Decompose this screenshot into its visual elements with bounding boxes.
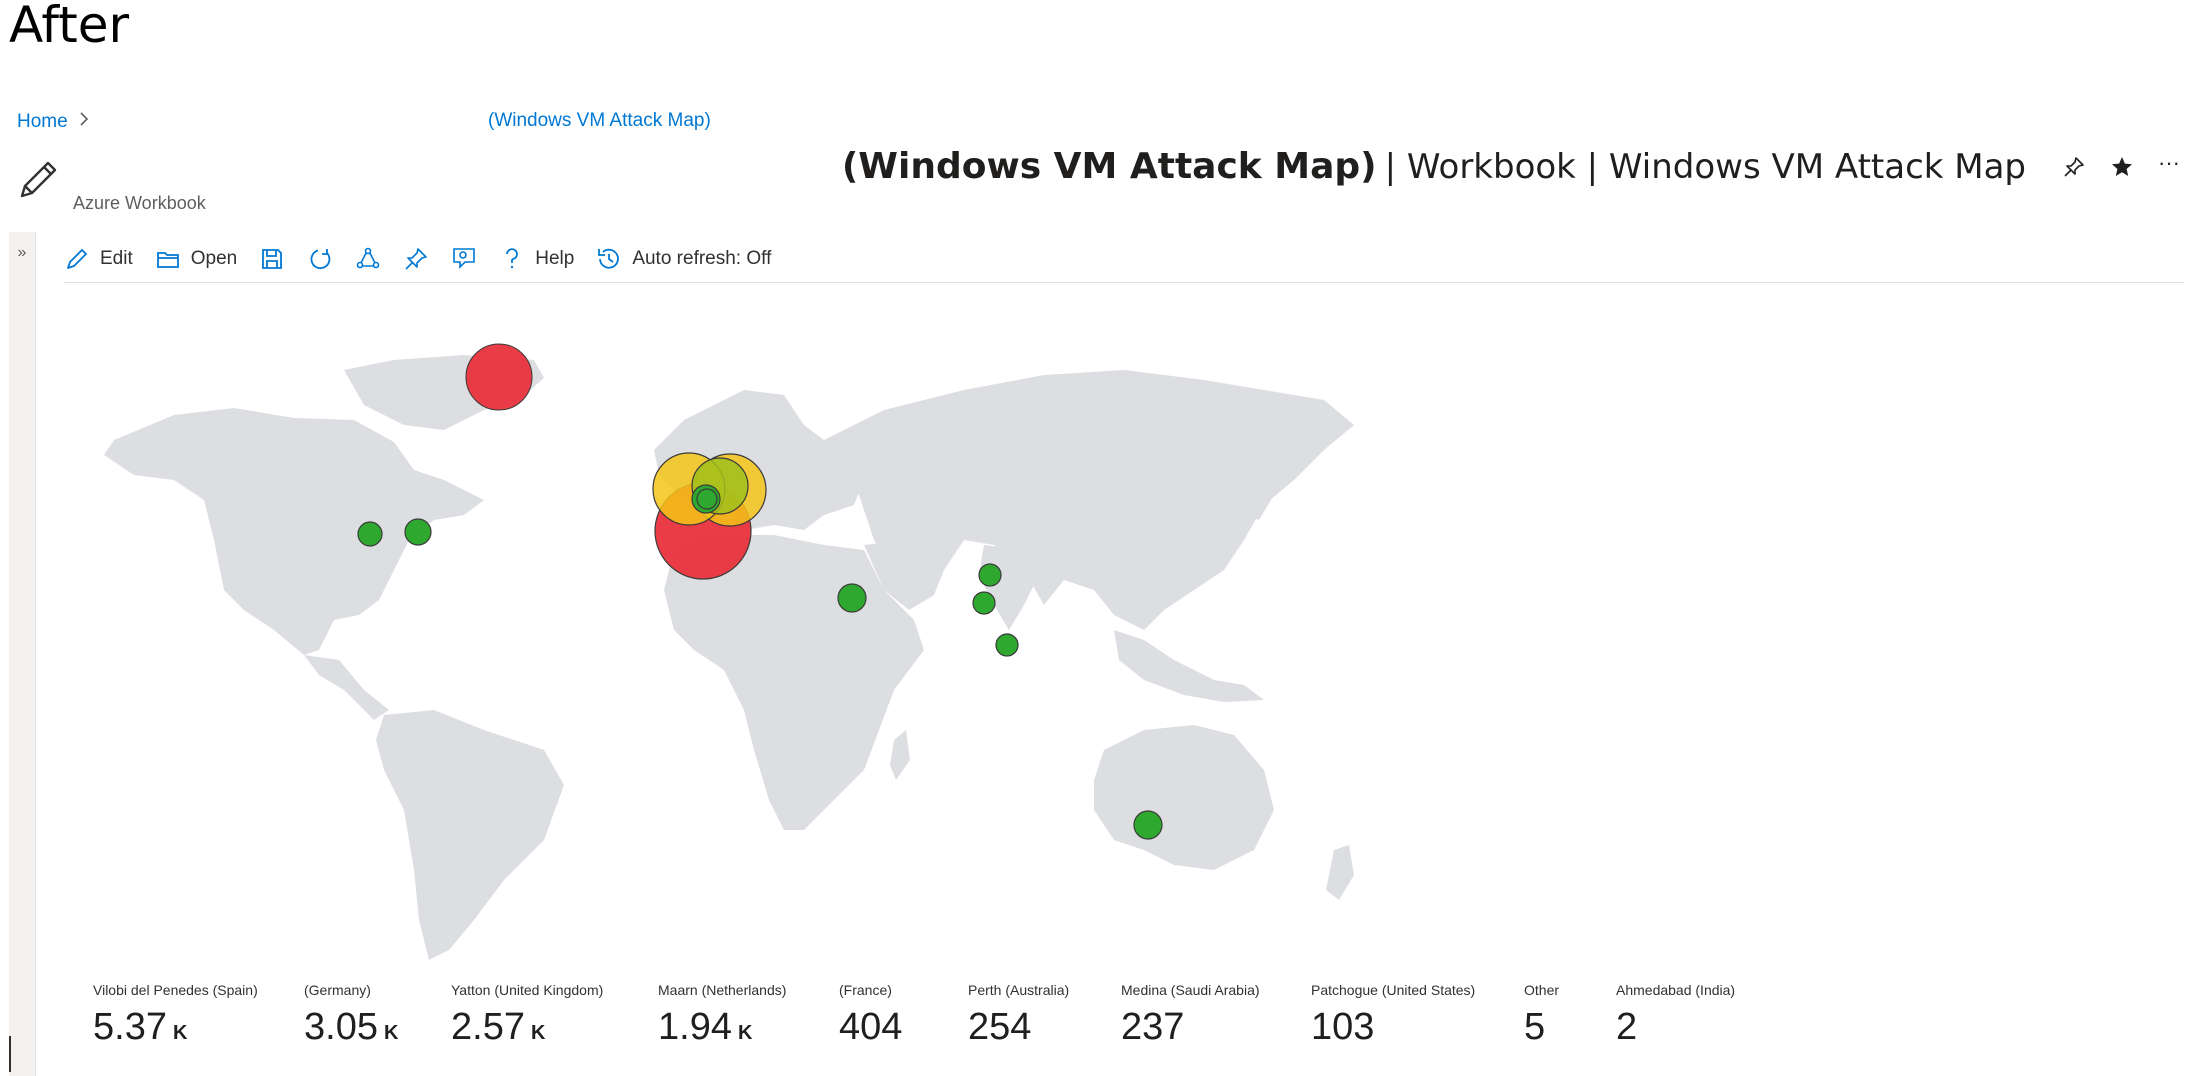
breadcrumb: Home [17,110,90,133]
north-america-shape [104,408,484,655]
edit-label: Edit [100,248,133,269]
central-america-shape [304,655,389,720]
tile-value: 5.37 K [93,1006,188,1048]
world-map [104,343,1354,960]
title-actions: ··· [2062,150,2180,179]
tile-spain[interactable]: Vilobi del Penedes (Spain) 5.37 K [93,982,258,1049]
feedback-button[interactable] [451,246,477,272]
star-icon[interactable] [2110,155,2134,179]
toolbar: Edit Open Help Auto refresh: Off [64,236,2184,283]
tile-label: Perth (Australia) [968,982,1070,998]
pin-icon [405,248,428,270]
madagascar-shape [890,730,910,780]
page-subtitle: Azure Workbook [73,193,206,213]
land-masses [104,355,1354,960]
chevron-right-icon [78,110,90,133]
tile-value: 404 [839,1006,903,1048]
europe-shape [654,390,864,530]
tile-other[interactable]: Other 5 [1524,982,1559,1049]
tile-value: 237 [1121,1006,1185,1048]
tile-value: 103 [1311,1006,1375,1048]
australia-shape [1094,725,1274,870]
workbook-pencil-icon [16,158,60,202]
help-button[interactable]: Help [499,246,574,272]
caption-text: After [9,0,130,54]
help-icon [506,248,519,269]
tile-germany[interactable]: (Germany) 3.05 K [304,982,398,1049]
attack-map[interactable] [64,330,1464,970]
page-title-suffix: | Workbook | Windows VM Attack Map [1384,146,2027,187]
tile-value: 5 [1524,1006,1546,1048]
auto-refresh-button[interactable]: Auto refresh: Off [596,246,771,272]
tile-label: Patchogue (United States) [1311,982,1476,998]
tile-value: 2.57 K [451,1006,546,1048]
tile-value: 254 [968,1006,1032,1048]
share-button[interactable] [355,246,381,272]
bubble-spain-high [465,343,533,411]
tile-label: Ahmedabad (India) [1616,982,1736,998]
edit-icon [67,249,87,269]
tile-label: (Germany) [304,982,371,998]
auto-refresh-label: Auto refresh: Off [632,248,772,269]
tile-label: Yatton (United Kingdom) [451,982,604,998]
tile-label: Maarn (Netherlands) [658,982,787,998]
tile-uk[interactable]: Yatton (United Kingdom) 2.57 K [451,982,603,1049]
tile-united-states[interactable]: Patchogue (United States) 103 [1311,982,1475,1049]
tile-value: 3.05 K [304,1006,399,1048]
save-button[interactable] [259,246,285,272]
tile-saudi-arabia[interactable]: Medina (Saudi Arabia) 237 [1121,982,1260,1049]
refresh-icon [310,249,331,269]
open-icon [156,252,179,268]
new-zealand-shape [1326,845,1354,900]
tile-value: 1.94 K [658,1006,753,1048]
pin-icon[interactable] [2062,155,2086,179]
tile-india[interactable]: Ahmedabad (India) 2 [1616,982,1735,1049]
side-panel-strip: » [9,232,36,1076]
history-icon [598,248,620,269]
tile-label: Other [1524,982,1560,998]
open-button[interactable]: Open [155,246,237,272]
southeast-asia-shape [1114,630,1264,702]
help-label: Help [535,248,575,269]
pin-dashboard-button[interactable] [403,246,429,272]
edit-button[interactable]: Edit [64,246,133,272]
feedback-icon [453,248,476,269]
tile-label: Medina (Saudi Arabia) [1121,982,1260,998]
tile-france[interactable]: (France) 404 [839,982,908,1049]
refresh-button[interactable] [307,246,333,272]
breadcrumb-current-link[interactable]: (Windows VM Attack Map) [488,110,711,132]
page-title: (Windows VM Attack Map) [841,146,1377,187]
tile-label: (France) [839,982,892,998]
south-america-shape [376,710,564,960]
tile-netherlands[interactable]: Maarn (Netherlands) 1.94 K [658,982,786,1049]
map-bubbles [465,343,533,411]
text-cursor [9,1036,11,1072]
tile-label: Vilobi del Penedes (Spain) [93,982,258,998]
breadcrumb-home-link[interactable]: Home [17,111,68,133]
tile-australia[interactable]: Perth (Australia) 254 [968,982,1069,1049]
share-icon [356,247,380,269]
tile-value: 2 [1616,1006,1638,1048]
more-options-button[interactable]: ··· [2158,150,2180,176]
open-label: Open [190,248,238,269]
save-icon [262,249,283,269]
expand-panel-button[interactable]: » [9,244,35,262]
page-title-row: (Windows VM Attack Map) | Workbook | Win… [842,146,2180,187]
